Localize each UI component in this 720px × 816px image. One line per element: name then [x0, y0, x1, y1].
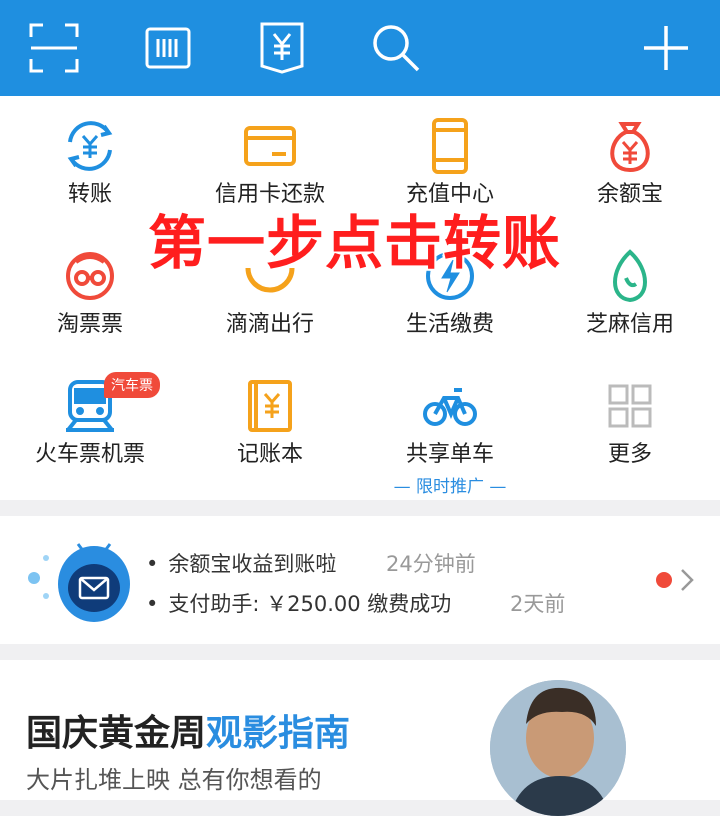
instruction-overlay: 第一步点击转账 [148, 209, 562, 277]
grid-item-sesame[interactable]: 芝麻信用 [540, 226, 720, 356]
top-bar [0, 0, 720, 96]
grid-item-bike[interactable]: 共享单车 [360, 356, 540, 486]
promo-label: — 限时推广 — [393, 477, 507, 497]
taopiaopiao-icon [62, 248, 118, 304]
grid-item-label: 余额宝 [596, 182, 663, 207]
promo-title: 国庆黄金周观影指南 [26, 713, 351, 754]
grid-item-label: 滴滴出行 [225, 312, 314, 337]
bus-ticket-badge: 汽车票 [104, 372, 160, 398]
promo-card[interactable]: 国庆黄金周观影指南 大片扎堆上映 总有你想看的 [0, 660, 720, 816]
unread-dot [656, 572, 672, 588]
notice-time: 24分钟前 [386, 552, 476, 576]
grid-item-more[interactable]: 更多 [540, 356, 720, 486]
money-bag-icon [602, 118, 658, 174]
receive-money-icon[interactable] [252, 18, 312, 78]
assistant-robot-icon [24, 536, 134, 626]
bicycle-icon [422, 378, 478, 434]
grid-item-label: 火车票机票 [34, 442, 145, 467]
promo-avatar [490, 680, 626, 816]
more-grid-icon [602, 378, 658, 434]
promo-subtitle: 大片扎堆上映 总有你想看的 [26, 766, 322, 794]
notice-item: • 余额宝收益到账啦 [146, 552, 337, 576]
notice-item: • 支付助手: ￥250.00 缴费成功 [146, 592, 452, 616]
grid-item-yuebao[interactable]: 余额宝 [540, 96, 720, 226]
grid-item-label: 芝麻信用 [585, 312, 674, 337]
credit-card-icon [242, 118, 298, 174]
notification-panel[interactable]: • 余额宝收益到账啦 24分钟前 • 支付助手: ￥250.00 缴费成功 2天前 [0, 516, 720, 644]
notice-time: 2天前 [510, 592, 566, 616]
add-icon[interactable] [636, 18, 696, 78]
scan-icon[interactable] [24, 18, 84, 78]
grid-item-ledger[interactable]: 记账本 [180, 356, 360, 486]
barcode-icon[interactable] [138, 18, 198, 78]
grid-item-label: 共享单车 [405, 442, 494, 467]
grid-item-label: 生活缴费 [405, 312, 494, 337]
service-grid: 转账 信用卡还款 充值中心 余额宝 淘票票 滴滴出行 生活缴费 芝麻信用 火车票… [0, 96, 720, 500]
phone-recharge-icon [422, 118, 478, 174]
transfer-icon [62, 118, 118, 174]
chevron-right-icon[interactable] [680, 568, 694, 596]
grid-item-label: 更多 [607, 442, 652, 467]
grid-item-label: 淘票票 [56, 312, 123, 337]
grid-item-label: 记账本 [236, 442, 303, 467]
sesame-icon [602, 248, 658, 304]
ledger-icon [242, 378, 298, 434]
search-icon[interactable] [366, 18, 426, 78]
